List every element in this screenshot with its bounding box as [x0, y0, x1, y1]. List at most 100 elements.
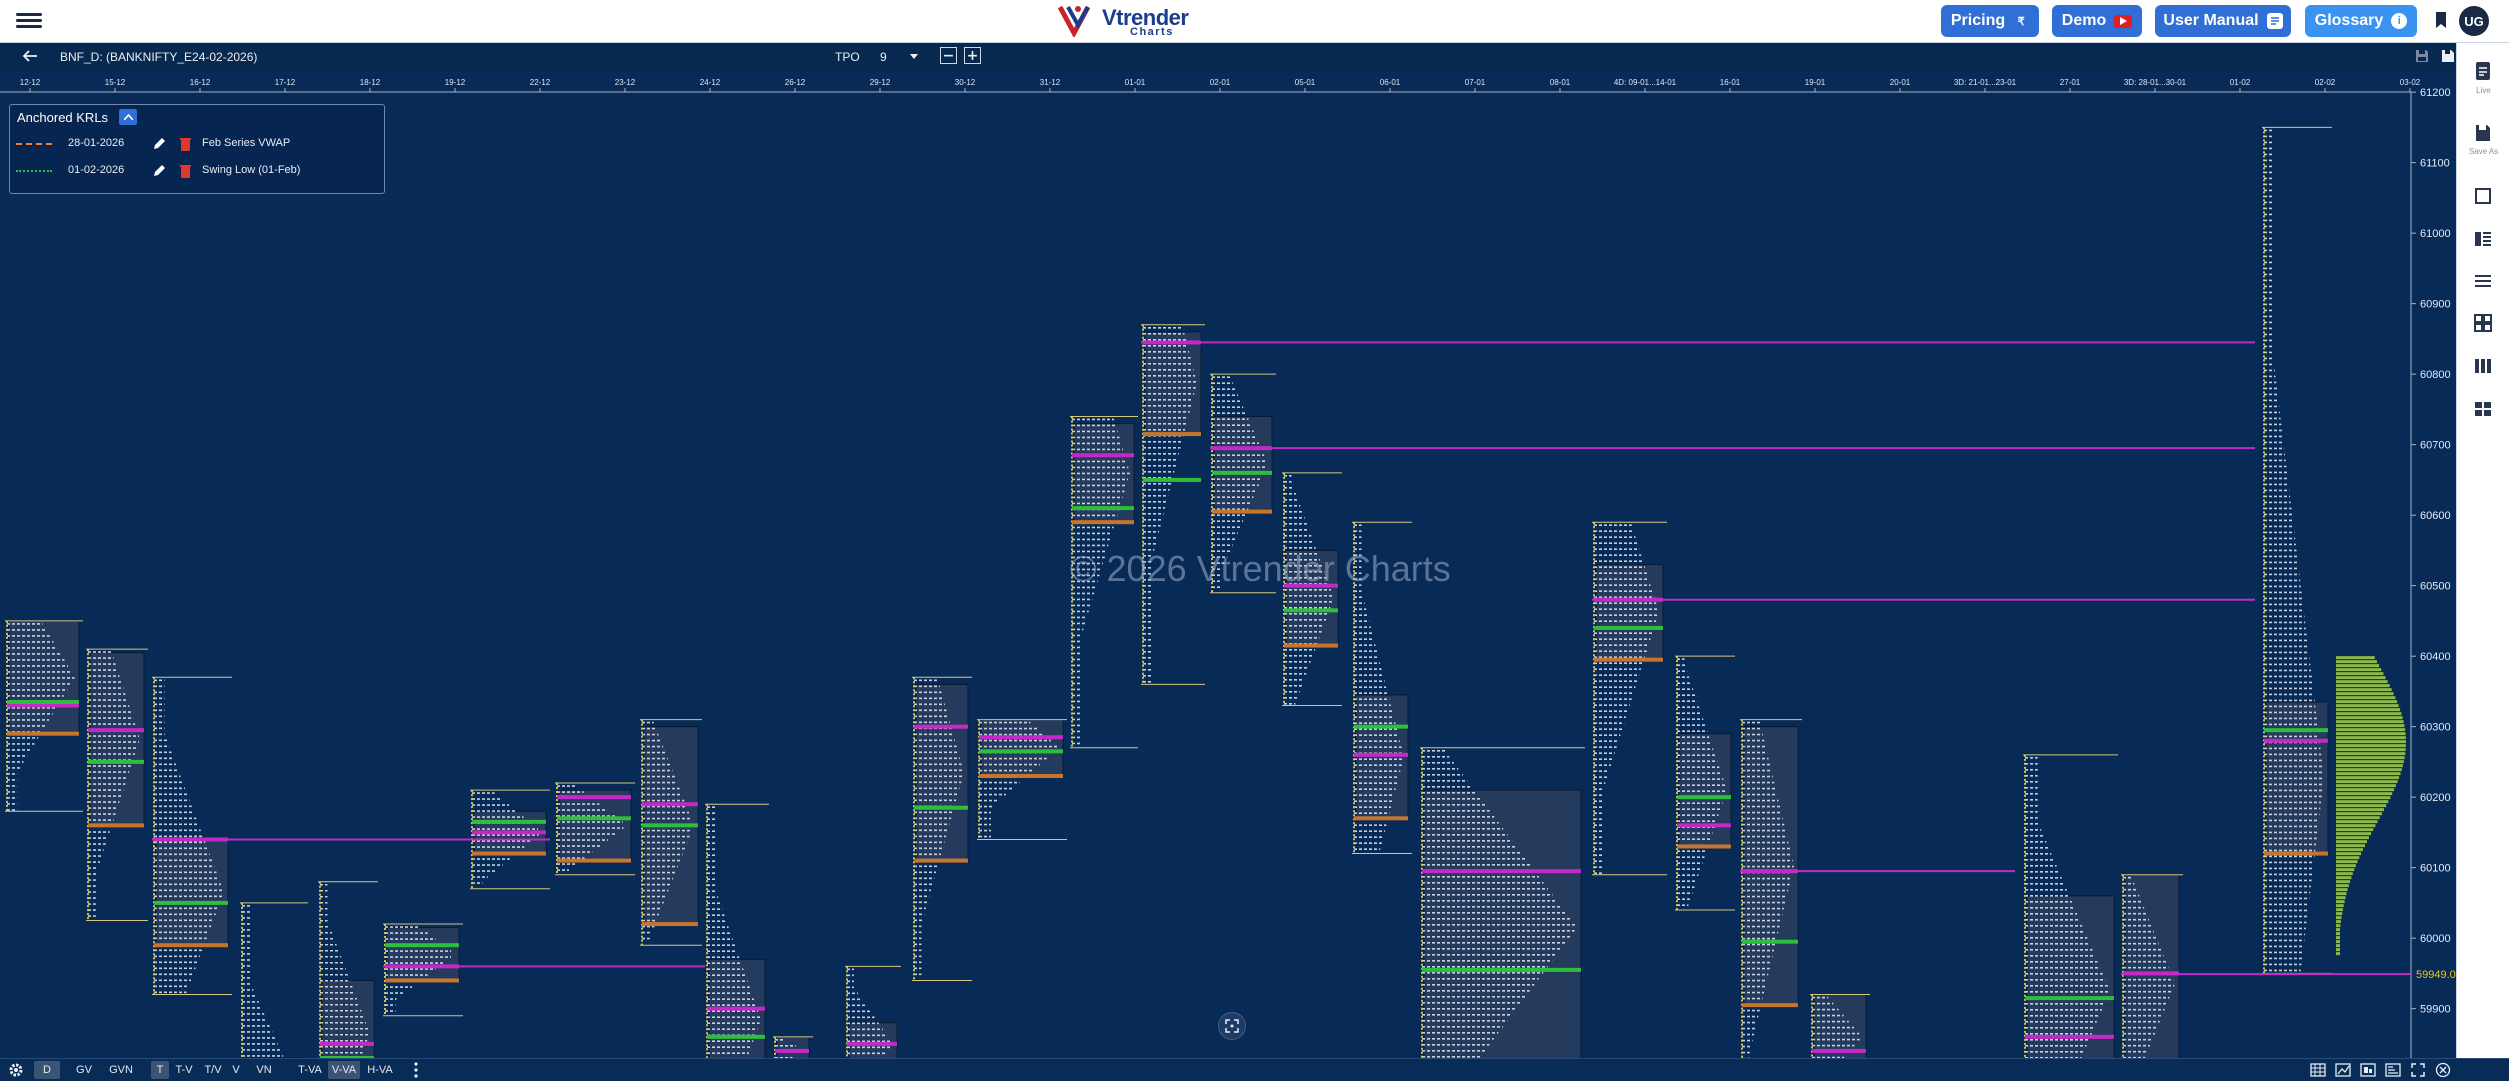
rows-layout-icon[interactable]	[2473, 271, 2493, 291]
delete-trash-icon[interactable]	[180, 164, 191, 178]
save-as-icon[interactable]	[2440, 48, 2456, 64]
tab-gv[interactable]: GV	[72, 1061, 96, 1079]
hamburger-menu-icon[interactable]	[16, 10, 42, 32]
watermark-text: © 2026 Vtrender Charts	[1070, 548, 1451, 589]
tpo-size-value[interactable]: 9	[880, 50, 887, 64]
bookmarks-icon[interactable]	[2434, 11, 2448, 29]
vah-marker	[557, 816, 631, 821]
val-marker	[472, 851, 546, 856]
val-marker	[914, 858, 968, 863]
edit-pencil-icon[interactable]	[152, 164, 166, 178]
fit-screen-button[interactable]	[1218, 1012, 1246, 1040]
price-tick-label: 60200	[2420, 792, 2451, 804]
volume-bar	[2336, 736, 2406, 740]
poc-marker	[557, 795, 631, 800]
pricing-button[interactable]: Pricing ₹	[1941, 5, 2039, 37]
close-circle-icon[interactable]	[2435, 1062, 2451, 1078]
youtube-play-icon	[2114, 14, 2133, 28]
expand-icon	[1225, 1019, 1239, 1033]
date-label: 07-01	[1465, 78, 1486, 87]
vah-marker	[2264, 728, 2328, 733]
date-label: 23-12	[615, 78, 636, 87]
volume-bar	[2336, 668, 2382, 672]
date-label: 01-01	[1125, 78, 1146, 87]
krl-date: 01-02-2026	[68, 164, 125, 176]
back-arrow-icon[interactable]	[22, 48, 38, 64]
volume-bar	[2336, 728, 2406, 732]
zoom-out-button[interactable]: −	[940, 47, 957, 64]
value-area-box	[558, 789, 632, 862]
fullscreen-icon[interactable]	[2410, 1062, 2426, 1078]
glossary-button[interactable]: Glossary i	[2305, 5, 2417, 37]
volume-bar	[2336, 860, 2358, 864]
poc-marker	[1354, 752, 1408, 757]
tab-h-va[interactable]: H-VA	[364, 1061, 396, 1079]
poc-marker	[847, 1041, 897, 1046]
square-select-icon[interactable]	[2473, 186, 2493, 206]
glossary-label: Glossary	[2314, 12, 2384, 29]
volume-bar	[2336, 944, 2340, 948]
tpo-profile	[555, 782, 635, 876]
poc-marker	[707, 1006, 765, 1011]
price-tick-label: 60400	[2420, 651, 2451, 663]
date-label: 3D: 21-01...23-01	[1954, 78, 2017, 87]
date-label: 02-02	[2315, 78, 2336, 87]
poc-marker	[7, 703, 79, 708]
tab-d[interactable]: D	[34, 1061, 60, 1079]
tab-t-va[interactable]: T-VA	[294, 1061, 326, 1079]
tpo-dropdown-caret-icon[interactable]	[909, 51, 919, 61]
vah-marker	[385, 943, 459, 948]
info-icon: i	[2391, 13, 2408, 29]
tab-t-v[interactable]: T-V	[171, 1061, 197, 1079]
tab-t[interactable]: T	[151, 1061, 169, 1079]
val-marker	[557, 858, 631, 863]
vah-marker	[1072, 506, 1134, 511]
volume-bar	[2336, 784, 2396, 788]
grid-layout-icon[interactable]	[2473, 313, 2493, 333]
more-options-icon[interactable]	[412, 1061, 420, 1079]
list-layout-icon[interactable]	[2473, 229, 2493, 249]
columns-layout-icon[interactable]	[2473, 356, 2493, 376]
volume-bar	[2336, 828, 2374, 832]
delete-trash-icon[interactable]	[180, 137, 191, 151]
line-chart-icon[interactable]	[2335, 1062, 2351, 1078]
vah-marker	[914, 805, 968, 810]
live-document-icon[interactable]	[2473, 61, 2493, 81]
volume-bar	[2336, 804, 2387, 808]
zoom-in-button[interactable]: +	[964, 47, 981, 64]
value-area-box	[89, 652, 145, 826]
tab-gvn[interactable]: GVN	[105, 1061, 137, 1079]
volume-bar	[2336, 952, 2340, 956]
collapse-chevron-up-icon[interactable]	[119, 109, 137, 125]
grid-toggle-icon[interactable]	[2310, 1062, 2326, 1078]
bottom-tab-bar: D GV GVN T T-V T/V V VN T-VA V-VA H-VA	[0, 1058, 2509, 1081]
user-avatar[interactable]: UG	[2459, 6, 2489, 36]
tiles-layout-icon[interactable]	[2473, 399, 2493, 419]
profile-view-icon[interactable]	[2360, 1062, 2376, 1078]
date-label: 30-12	[955, 78, 976, 87]
volume-bar	[2336, 884, 2349, 888]
volume-bar	[2336, 852, 2362, 856]
save-as-panel-icon[interactable]	[2473, 123, 2493, 143]
poc-marker	[914, 724, 968, 729]
user-manual-button[interactable]: User Manual	[2155, 5, 2291, 37]
settings-gear-icon[interactable]	[8, 1062, 24, 1078]
volume-view-icon[interactable]	[2385, 1062, 2401, 1078]
volume-bar	[2336, 764, 2403, 768]
volume-bar	[2336, 780, 2398, 784]
price-tick-label: 60000	[2420, 933, 2451, 945]
tab-v[interactable]: V	[229, 1061, 243, 1079]
vtrender-logo[interactable]: Vtrender Charts	[1058, 3, 1189, 39]
edit-pencil-icon[interactable]	[152, 137, 166, 151]
poc-marker	[1677, 823, 1731, 828]
val-marker	[1072, 520, 1134, 525]
price-tick-label: 61000	[2420, 228, 2451, 240]
tab-t-slash-v[interactable]: T/V	[200, 1061, 226, 1079]
tab-vn[interactable]: VN	[250, 1061, 278, 1079]
save-icon[interactable]	[2414, 48, 2430, 64]
top-navigation-bar: Vtrender Charts Pricing ₹ Demo User Manu…	[0, 0, 2509, 43]
tab-v-va[interactable]: V-VA	[328, 1061, 360, 1079]
document-icon	[2266, 13, 2283, 29]
demo-button[interactable]: Demo	[2052, 5, 2142, 37]
krl-panel-title: Anchored KRLs	[17, 110, 109, 125]
